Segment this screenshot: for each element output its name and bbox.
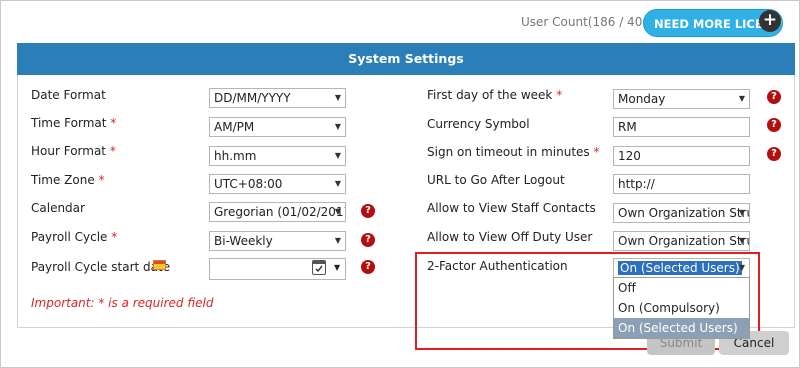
calendar-icon xyxy=(153,260,166,270)
timeout-input[interactable]: 120 xyxy=(613,146,750,166)
off-duty-select[interactable]: Own Organization Struc ▼ xyxy=(613,231,750,251)
time-format-label: Time Format * xyxy=(31,116,117,130)
hour-format-select[interactable]: hh.mm ▼ xyxy=(209,146,346,166)
time-zone-select[interactable]: UTC+08:00 ▼ xyxy=(209,174,346,194)
chevron-down-icon: ▼ xyxy=(334,207,341,216)
two-factor-label: 2-Factor Authentication xyxy=(427,259,568,273)
user-count: User Count(186 / 400) xyxy=(521,15,655,29)
logout-url-label: URL to Go After Logout xyxy=(427,173,565,187)
help-icon[interactable]: ? xyxy=(361,233,375,247)
hour-format-label: Hour Format * xyxy=(31,144,116,158)
chevron-down-icon: ▼ xyxy=(334,93,341,102)
currency-label: Currency Symbol xyxy=(427,117,530,131)
plus-icon[interactable]: + xyxy=(759,10,781,32)
date-format-select[interactable]: DD/MM/YYYY ▼ xyxy=(209,88,346,108)
timeout-label: Sign on timeout in minutes * xyxy=(427,145,600,159)
option-off[interactable]: Off xyxy=(614,278,749,298)
required-note: Important: * is a required field xyxy=(31,296,214,310)
chevron-down-icon: ▼ xyxy=(334,122,341,131)
help-icon[interactable]: ? xyxy=(767,90,781,104)
two-factor-dropdown: Off On (Compulsory) On (Selected Users) xyxy=(613,277,750,339)
logout-url-input[interactable]: http:// xyxy=(613,174,750,194)
time-format-select[interactable]: AM/PM ▼ xyxy=(209,117,346,137)
help-icon[interactable]: ? xyxy=(767,118,781,132)
date-format-label: Date Format xyxy=(31,88,106,102)
help-icon[interactable]: ? xyxy=(361,260,375,274)
time-zone-label: Time Zone * xyxy=(31,173,105,187)
help-icon[interactable]: ? xyxy=(361,204,375,218)
staff-contacts-label: Allow to View Staff Contacts xyxy=(427,201,596,215)
calendar-select[interactable]: Gregorian (01/02/2017) ▼ xyxy=(209,202,346,222)
chevron-down-icon: ▼ xyxy=(738,94,745,103)
currency-input[interactable]: RM xyxy=(613,117,750,137)
chevron-down-icon: ▼ xyxy=(334,263,341,272)
calendar-label: Calendar xyxy=(31,201,85,215)
chevron-down-icon: ▼ xyxy=(738,236,745,245)
option-on-selected-users[interactable]: On (Selected Users) xyxy=(614,318,749,338)
payroll-cycle-select[interactable]: Bi-Weekly ▼ xyxy=(209,231,346,251)
chevron-down-icon: ▼ xyxy=(334,151,341,160)
first-day-label: First day of the week * xyxy=(427,88,563,102)
off-duty-label: Allow to View Off Duty User xyxy=(427,230,593,244)
chevron-down-icon: ▼ xyxy=(334,236,341,245)
payroll-cycle-label: Payroll Cycle * xyxy=(31,230,118,244)
chevron-down-icon: ▼ xyxy=(334,179,341,188)
chevron-down-icon: ▼ xyxy=(738,263,745,272)
option-on-compulsory[interactable]: On (Compulsory) xyxy=(614,298,749,318)
help-icon[interactable]: ? xyxy=(767,147,781,161)
staff-contacts-select[interactable]: Own Organization Struc ▼ xyxy=(613,203,750,223)
first-day-select[interactable]: Monday ▼ xyxy=(613,89,750,109)
chevron-down-icon: ▼ xyxy=(738,208,745,217)
payroll-start-label: Payroll Cycle start date xyxy=(31,260,171,274)
panel-title: System Settings xyxy=(17,43,795,75)
date-picker-icon[interactable] xyxy=(312,260,326,275)
two-factor-select[interactable]: On (Selected Users) ▼ xyxy=(613,258,750,278)
